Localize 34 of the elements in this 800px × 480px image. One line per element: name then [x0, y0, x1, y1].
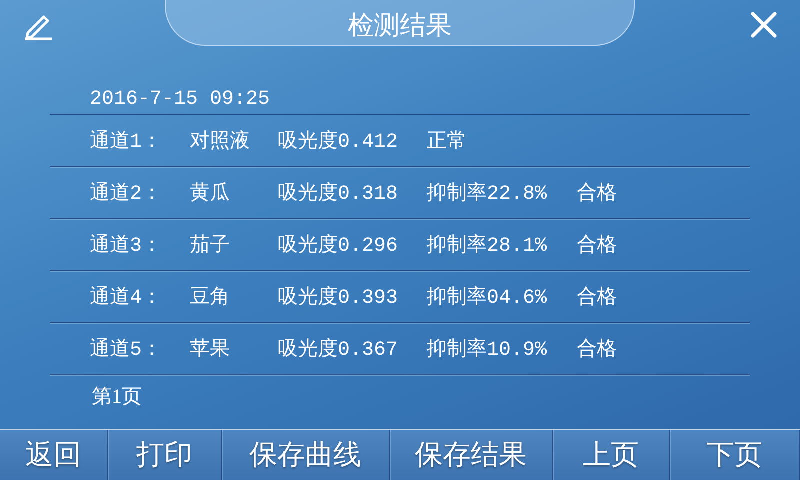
toolbar-button[interactable]: 保存结果 — [390, 430, 553, 480]
sample-name: 苹果 — [190, 338, 231, 362]
verdict-text: 合格 — [577, 182, 617, 206]
channel-label: 通道4： — [90, 286, 164, 310]
sample-name: 对照液 — [190, 129, 251, 154]
absorbance-value: 吸光度0.393 — [278, 285, 400, 310]
page-label: 第1页 — [92, 385, 142, 410]
sample-name: 茄子 — [190, 234, 231, 258]
inhibition-rate: 抑制率10.9% — [427, 337, 548, 362]
verdict-text: 合格 — [577, 338, 617, 362]
channel-label: 通道1： — [90, 130, 164, 154]
channel-label: 通道5： — [90, 338, 164, 362]
verdict-text: 正常 — [427, 130, 467, 154]
sample-name: 豆角 — [190, 286, 231, 310]
channel-label: 通道2： — [90, 182, 164, 206]
toolbar-button[interactable]: 上页 — [553, 430, 670, 480]
absorbance-value: 吸光度0.296 — [278, 233, 400, 258]
verdict-text: 合格 — [577, 234, 617, 258]
absorbance-value: 吸光度0.367 — [278, 337, 400, 362]
inhibition-rate: 抑制率22.8% — [427, 181, 548, 206]
verdict-text: 合格 — [577, 286, 617, 310]
absorbance-value: 吸光度0.412 — [278, 129, 400, 154]
toolbar-button[interactable]: 下页 — [670, 430, 800, 480]
inhibition-rate: 抑制率28.1% — [427, 233, 548, 258]
screen-title: 检测结果 — [165, 0, 635, 46]
toolbar-button[interactable]: 打印 — [108, 430, 222, 480]
inhibition-rate: 抑制率04.6% — [427, 285, 548, 310]
toolbar-button[interactable]: 保存曲线 — [222, 430, 390, 480]
absorbance-value: 吸光度0.318 — [278, 181, 400, 206]
close-icon[interactable] — [750, 11, 778, 39]
toolbar-button[interactable]: 返回 — [0, 430, 108, 480]
timestamp: 2016-7-15 09:25 — [90, 88, 270, 113]
channel-label: 通道3： — [90, 234, 164, 258]
sample-name: 黄瓜 — [190, 182, 231, 206]
